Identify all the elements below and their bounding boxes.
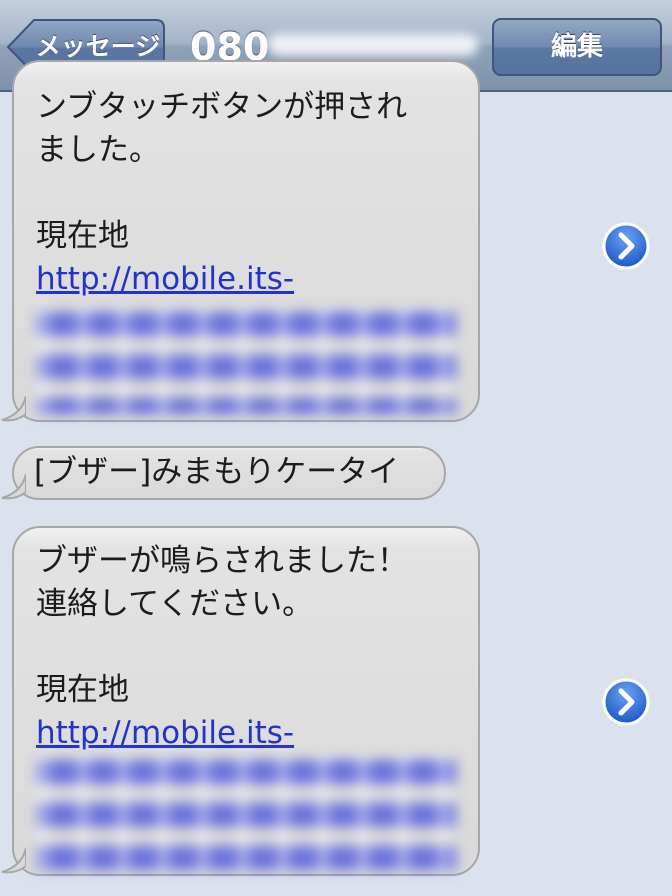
message-text-line: ンブタッチボタンが押され [36, 89, 408, 125]
location-label: 現在地 [36, 672, 129, 708]
bubble-tail [1, 396, 26, 422]
message-text-line: [ブザー]みまもりケータイ [34, 454, 400, 490]
edit-button[interactable]: 編集 [492, 18, 662, 76]
bubble-tail [1, 474, 26, 500]
message-text-line: ブザーが鳴らされました！ [36, 543, 408, 579]
disclosure-chevron-icon[interactable] [602, 678, 650, 726]
location-link[interactable]: http://mobile.its- [36, 712, 458, 755]
location-link[interactable]: http://mobile.its- [36, 258, 458, 301]
disclosure-chevron-icon[interactable] [602, 222, 650, 270]
message-text-line: 連絡してください。 [36, 586, 314, 622]
bubble-tail [1, 848, 26, 874]
message-text-line: ました。 [36, 132, 160, 168]
message-bubble[interactable]: ブザーが鳴らされました！ 連絡してください。 現在地 http://mobile… [12, 526, 480, 876]
redacted-url [36, 754, 456, 870]
message-bubble[interactable]: ンブタッチボタンが押され ました。 現在地 http://mobile.its- [12, 60, 480, 422]
redacted-phone-number [268, 34, 478, 56]
redacted-url [36, 306, 456, 414]
location-label: 現在地 [36, 218, 129, 254]
message-bubble[interactable]: [ブザー]みまもりケータイ [12, 446, 446, 500]
